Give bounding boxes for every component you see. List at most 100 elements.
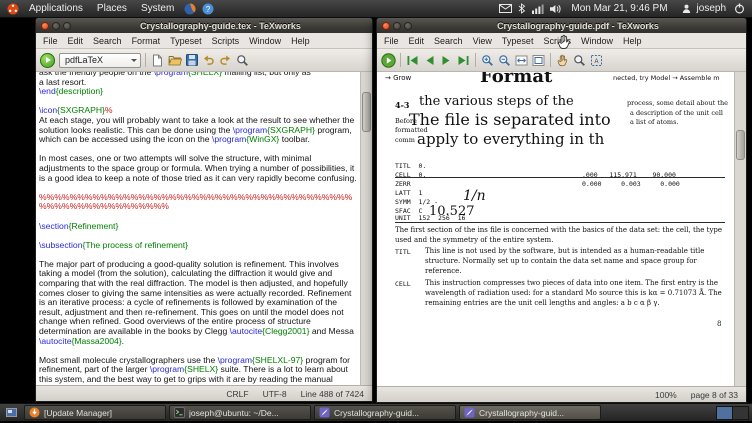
pdf-text-fragment: 4-3 (395, 100, 410, 110)
editor-titlebar[interactable]: Crystallography-guide.tex - TeXworks (36, 18, 372, 33)
editor-menu-window[interactable]: Window (244, 35, 286, 47)
pdf-menu-help[interactable]: Help (618, 35, 647, 47)
last-page-icon[interactable] (456, 53, 471, 68)
editor-window: Crystallography-guide.tex - TeXworks Fil… (35, 17, 373, 402)
pdf-text-fragment: LATT 1 (395, 189, 423, 197)
svg-text:?: ? (206, 4, 211, 13)
save-icon[interactable] (184, 53, 199, 68)
taskbar-item[interactable]: [Update Manager] (24, 405, 166, 420)
pdf-text-fragment: a list of atoms. (630, 118, 679, 126)
close-button[interactable] (382, 21, 390, 30)
taskbar-item-label: Crystallography-guid... (479, 407, 565, 418)
editor-menu-format[interactable]: Format (127, 35, 166, 47)
editor-menu-edit[interactable]: Edit (63, 35, 89, 47)
editor-menu-typeset[interactable]: Typeset (165, 35, 207, 47)
scrollbar-thumb[interactable] (736, 130, 745, 160)
pdf-menu-typeset[interactable]: Typeset (497, 35, 539, 47)
editor-line: The major part of producing a good-quali… (39, 258, 357, 346)
editor-scrollbar[interactable] (360, 72, 372, 385)
typeset-icon[interactable] (381, 52, 396, 68)
username: joseph (696, 3, 726, 14)
editor-menu-file[interactable]: File (38, 35, 63, 47)
network-icon[interactable] (532, 4, 544, 14)
pdf-menu-window[interactable]: Window (576, 35, 618, 47)
window-title: Crystallography-guide.pdf - TeXworks (497, 20, 659, 31)
editor-line: %%%%%%%%%%%%%%%%%%%%%%%%%%%%%%%%%%%%%%%%… (39, 191, 353, 212)
update-manager-icon (29, 407, 40, 418)
pdf-text-fragment: nected, try Model → Assemble m (613, 74, 720, 82)
editor-menu-help[interactable]: Help (286, 35, 315, 47)
taskbar-item-label: joseph@ubuntu: ~/De... (189, 407, 279, 418)
next-page-icon[interactable] (439, 53, 454, 68)
taskbar-item-label: Crystallography-guid... (334, 407, 420, 418)
editor-menu-search[interactable]: Search (88, 35, 127, 47)
pdf-page[interactable]: → Grow Format nected, try Model → Assemble… (377, 72, 734, 386)
typeset-button[interactable] (40, 52, 55, 68)
status-segment: CRLF (226, 388, 249, 399)
zoom-out-icon[interactable] (497, 53, 512, 68)
workspace-1[interactable] (717, 406, 733, 419)
pdf-menu-search[interactable]: Search (429, 35, 468, 47)
pdf-menu-scripts[interactable]: Scripts (538, 35, 576, 47)
taskbar-item[interactable]: Crystallography-guid... (459, 405, 601, 420)
bluetooth-icon[interactable] (518, 3, 526, 14)
pdf-menu-file[interactable]: File (379, 35, 404, 47)
desktop: Applications Places System ? Mon Mar 21, 9… (0, 0, 752, 423)
pdf-text-fragment: The first section of the ins file is con… (395, 226, 723, 244)
power-icon[interactable] (734, 3, 745, 14)
select-text-icon[interactable]: A (589, 53, 604, 68)
source-editor[interactable]: ask the friendly people on the \program{… (36, 72, 360, 385)
pdf-menu-view[interactable]: View (468, 35, 497, 47)
pdf-text-fragment: 8 (717, 320, 722, 328)
taskbar-item[interactable]: Crystallography-guid... (314, 405, 456, 420)
engine-select[interactable]: pdfLaTeX (59, 52, 141, 68)
editor-menu-scripts[interactable]: Scripts (207, 35, 245, 47)
pdf-text-fragment: apply to everything in th (417, 130, 605, 148)
redo-icon[interactable] (218, 53, 233, 68)
pdf-menu-edit[interactable]: Edit (404, 35, 430, 47)
maximize-button[interactable] (404, 21, 412, 30)
close-button[interactable] (41, 21, 49, 30)
editor-line: Most small molecule crystallographers us… (39, 354, 353, 385)
chevron-down-icon (131, 58, 137, 62)
scrollbar-thumb[interactable] (362, 92, 371, 132)
panel-menu-system[interactable]: System (134, 0, 181, 18)
browser-icon[interactable] (184, 3, 196, 15)
texworks-icon (464, 407, 475, 418)
pdf-titlebar[interactable]: Crystallography-guide.pdf - TeXworks (377, 18, 746, 33)
show-desktop-icon[interactable] (6, 407, 17, 418)
minimize-button[interactable] (52, 21, 60, 30)
help-icon[interactable]: ? (202, 3, 214, 15)
undo-icon[interactable] (201, 53, 216, 68)
pdf-rule (395, 177, 725, 178)
mail-icon[interactable] (499, 4, 513, 13)
editor-body: ask the friendly people on the \program{… (36, 72, 372, 385)
user-menu[interactable]: joseph (679, 3, 726, 14)
new-doc-icon[interactable] (150, 53, 165, 68)
pdf-text-fragment: TITL 0. (395, 162, 427, 170)
pdf-scrollbar[interactable] (734, 72, 746, 386)
hand-tool-icon[interactable] (555, 53, 570, 68)
clock[interactable]: Mon Mar 21, 9:46 PM (571, 3, 667, 14)
user-icon (682, 4, 691, 13)
pdf-statusbar: 100% page 8 of 33 (377, 386, 746, 402)
taskbar-item[interactable]: joseph@ubuntu: ~/De... (169, 405, 311, 420)
ubuntu-logo-icon[interactable] (7, 3, 19, 15)
minimize-button[interactable] (393, 21, 401, 30)
panel-menu-places[interactable]: Places (90, 0, 134, 18)
find-icon[interactable] (235, 53, 250, 68)
workspace-switcher[interactable] (716, 405, 749, 420)
fit-window-icon[interactable] (531, 53, 546, 68)
maximize-button[interactable] (63, 21, 71, 30)
open-icon[interactable] (167, 53, 182, 68)
workspace-2[interactable] (733, 406, 748, 419)
magnifier-icon[interactable] (572, 53, 587, 68)
zoom-in-icon[interactable] (480, 53, 495, 68)
prev-page-icon[interactable] (422, 53, 437, 68)
volume-icon[interactable] (550, 4, 562, 14)
pdf-text-fragment: comm (395, 136, 415, 144)
fit-width-icon[interactable] (514, 53, 529, 68)
panel-menu-applications[interactable]: Applications (22, 0, 90, 18)
first-page-icon[interactable] (405, 53, 420, 68)
toolbar-separator (475, 53, 476, 67)
